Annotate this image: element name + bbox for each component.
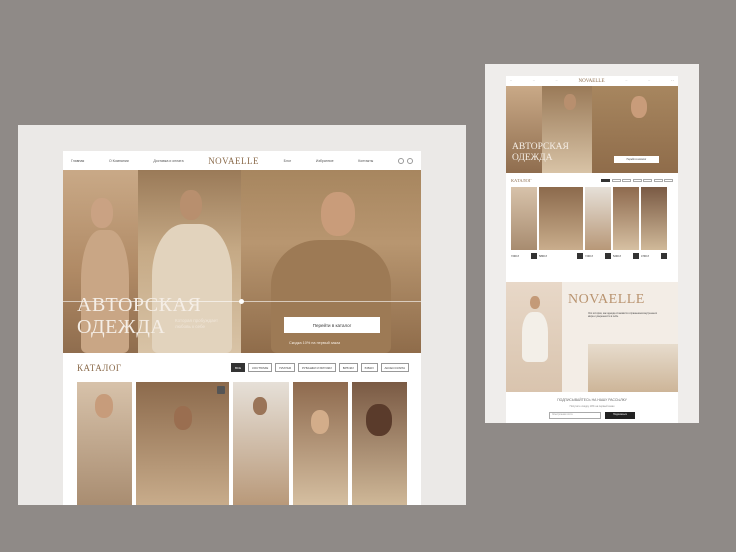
filter-all[interactable]: ВСЕ [231, 363, 246, 372]
product-card[interactable] [77, 382, 132, 505]
product-price: 5290 ₽ [613, 254, 622, 258]
email-field[interactable]: Электронная почта [549, 411, 601, 419]
brand-logo-small[interactable]: NOVAELLE [578, 79, 604, 84]
go-to-catalog-button-small[interactable]: Перейти в каталог [614, 156, 659, 163]
product-price: 7290 ₽ [585, 254, 594, 258]
nav-item-favorites[interactable]: Избранное [316, 159, 334, 163]
go-to-catalog-button[interactable]: Перейти в каталог [284, 317, 380, 333]
price-row: 7290 ₽ 5890 ₽ 7290 ₽ 5290 ₽ 4790 ₽ [506, 250, 678, 260]
cart-icon[interactable] [605, 253, 611, 259]
product-card[interactable] [511, 187, 537, 250]
hero-subtitle: Которая пробуждает любовь к себе [175, 318, 219, 329]
filter-suits[interactable]: КОСТЮМЫ [248, 363, 273, 372]
website-preview-desktop: Главная О Компании Доставка и оплата NOV… [63, 151, 421, 505]
catalog-filters: ВСЕ КОСТЮМЫ ПЛАТЬЯ РУБАШКИ И БЛУЗКИ БРЮК… [231, 363, 409, 372]
catalog-title: КАТАЛОГ [77, 362, 122, 373]
filter-dresses[interactable]: ПЛАТЬЯ [275, 363, 295, 372]
hero-title-small: АВТОРСКАЯ ОДЕЖДА [512, 142, 569, 163]
product-card[interactable] [613, 187, 639, 250]
product-card[interactable] [233, 382, 289, 505]
top-nav: Главная О Компании Доставка и оплата NOV… [63, 151, 421, 170]
discount-note: Скидка 10% на первый заказ [289, 341, 341, 345]
search-icon[interactable] [397, 157, 404, 164]
cart-icon[interactable] [661, 253, 667, 259]
product-card[interactable] [641, 187, 667, 250]
hero-banner: АВТОРСКАЯ ОДЕЖДА Которая пробуждает любо… [63, 170, 421, 353]
catalog-title-small: КАТАЛОГ [511, 177, 532, 183]
product-grid-small [506, 187, 678, 250]
product-price: 5890 ₽ [539, 254, 548, 258]
cart-icon[interactable] [531, 253, 537, 259]
cart-icon[interactable] [406, 157, 413, 164]
brand-logo[interactable]: NOVAELLE [208, 156, 259, 166]
product-price: 7290 ₽ [511, 254, 520, 258]
hero-banner-small: АВТОРСКАЯ ОДЕЖДА Перейти в каталог [506, 86, 678, 173]
nav-item-home[interactable]: Главная [71, 159, 84, 163]
top-nav-small: — — — NOVAELLE — — ○ ○ [510, 78, 674, 84]
newsletter-heading: ПОДПИСЫВАЙТЕСЬ НА НАШУ РАССЫЛКУ [557, 398, 627, 402]
product-card[interactable] [539, 187, 583, 250]
filter-shirts[interactable]: РУБАШКИ И БЛУЗКИ [297, 363, 336, 372]
filter-skirts[interactable]: ЮБКИ [360, 363, 378, 372]
subscribe-button[interactable]: Подписаться [605, 411, 635, 419]
filter-pants[interactable]: БРЮКИ [338, 363, 358, 372]
newsletter-section: ПОДПИСЫВАЙТЕСЬ НА НАШУ РАССЫЛКУ Получите… [506, 392, 678, 419]
about-brand: NOVAELLE [568, 292, 645, 307]
cart-icon[interactable] [577, 253, 583, 259]
slider-dot[interactable] [239, 299, 244, 304]
filter-accessories[interactable]: АКСЕССУАРЫ [380, 363, 409, 372]
catalog-header: КАТАЛОГ ВСЕ КОСТЮМЫ ПЛАТЬЯ РУБАШКИ И БЛУ… [63, 353, 421, 382]
nav-icons [397, 157, 413, 164]
favorite-icon[interactable] [217, 386, 225, 394]
cart-icon[interactable] [633, 253, 639, 259]
catalog-header-small: КАТАЛОГ [506, 173, 678, 187]
about-section: NOVAELLE Это история, как одежда станови… [506, 282, 678, 392]
product-card[interactable] [352, 382, 407, 505]
product-card[interactable] [585, 187, 611, 250]
nav-item-delivery[interactable]: Доставка и оплата [153, 159, 183, 163]
nav-item-blog[interactable]: Блог [284, 159, 292, 163]
product-price: 4790 ₽ [641, 254, 650, 258]
nav-item-about[interactable]: О Компании [109, 159, 129, 163]
nav-item-contacts[interactable]: Контакты [358, 159, 373, 163]
hero-title: АВТОРСКАЯ ОДЕЖДА [77, 294, 202, 338]
website-preview-full: — — — NOVAELLE — — ○ ○ АВТОРСКАЯ ОДЕЖДА Пере… [506, 76, 678, 423]
catalog-filters-small [601, 178, 673, 182]
product-card[interactable] [293, 382, 348, 505]
product-grid [63, 382, 421, 505]
product-card[interactable] [136, 382, 229, 505]
about-text: Это история, как одежда становится отраж… [588, 312, 658, 319]
newsletter-note: Получите скидку 10% на первый заказ [569, 404, 615, 408]
